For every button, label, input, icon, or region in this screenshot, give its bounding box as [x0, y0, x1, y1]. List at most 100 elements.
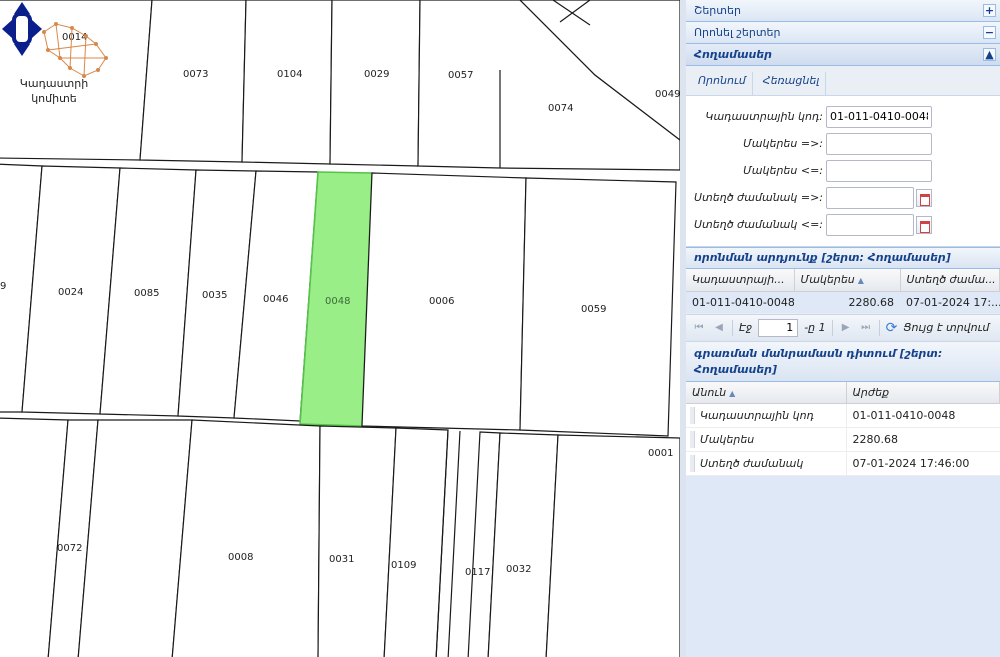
- table-row[interactable]: Ստեղծ ժամանակ 07-01-2024 17:46:00: [686, 451, 1000, 476]
- label-0057: 0057: [448, 70, 473, 81]
- side-panel: Շերտեր + Որոնել շերտեր − Հողամասեր ▲ Որո…: [680, 0, 1000, 657]
- expand-icon[interactable]: +: [983, 4, 996, 17]
- map-view[interactable]: 0014 0073 0104 0029 0057 0074 0049 0024 …: [0, 0, 680, 657]
- area-gte-label: Մակերես =>:: [743, 137, 823, 150]
- table-row[interactable]: Կադաստրային կոդ 01-011-0410-0048: [686, 403, 1000, 428]
- col-header-created-label: Ստեղծ ժամա...: [906, 273, 996, 287]
- page-label: Էջ: [739, 321, 753, 334]
- collapse-icon[interactable]: −: [983, 26, 996, 39]
- label-0048: 0048: [325, 296, 350, 307]
- label-0074: 0074: [548, 103, 573, 114]
- sort-asc-icon: ▲: [857, 276, 864, 286]
- label-9: 9: [0, 281, 6, 292]
- label-0006: 0006: [429, 296, 454, 307]
- col-header-area[interactable]: Մակերես ▲: [794, 269, 901, 292]
- pager-separator: [732, 319, 733, 336]
- label-0085: 0085: [134, 288, 159, 299]
- col-header-area-label: Մակերես: [800, 273, 855, 287]
- accordion-layers[interactable]: Շերտեր +: [686, 0, 1000, 22]
- parcel-0008b[interactable]: [171, 419, 321, 657]
- area-lte-input[interactable]: [826, 159, 932, 182]
- row-area-gte: Մակերես =>:: [686, 130, 1000, 157]
- col-header-code-label: Կադաստրայի...: [692, 273, 785, 287]
- row-created-lte: Ստեղծ ժամանակ <=:: [686, 211, 1000, 238]
- search-tab[interactable]: Որոնում: [692, 72, 753, 95]
- label-0001: 0001: [648, 448, 673, 459]
- area-gte-input[interactable]: [826, 132, 932, 155]
- last-page-icon[interactable]: ⏭: [859, 321, 873, 335]
- pager-separator: [831, 319, 833, 336]
- label-0035: 0035: [202, 290, 227, 301]
- label-0073: 0073: [183, 69, 208, 80]
- calendar-icon[interactable]: [916, 215, 932, 234]
- page-of-label: -ը 1: [804, 321, 826, 334]
- search-toolbar: Որոնում Հեռացնել: [686, 66, 1000, 96]
- search-form: Կադաստրային կոդ: Մակերես =>: Մակերես <=:…: [686, 96, 1000, 247]
- created-lte-label: Ստեղծ ժամանակ <=:: [694, 218, 823, 231]
- prop-name: Կադաստրային կոդ: [686, 403, 847, 428]
- row-area-lte: Մակերես <=:: [686, 157, 1000, 184]
- prop-value: 01-011-0410-0048: [846, 403, 1000, 428]
- cadastral-input[interactable]: [826, 105, 932, 128]
- parcel-0057[interactable]: [329, 0, 421, 167]
- collapse-up-icon[interactable]: ▲: [983, 48, 996, 61]
- col-header-name-label: Անուն: [692, 385, 727, 399]
- label-0049: 0049: [655, 89, 680, 100]
- accordion-plots-label: Հողամասեր: [694, 48, 773, 61]
- label-0024: 0024: [58, 287, 83, 298]
- label-0029: 0029: [364, 69, 389, 80]
- sort-asc-icon: ▲: [729, 388, 736, 398]
- accordion-search-layers[interactable]: Որոնել շերտեր −: [686, 22, 1000, 44]
- prop-value: 2280.68: [846, 427, 1000, 452]
- refresh-icon[interactable]: ⟳: [886, 320, 898, 336]
- table-row[interactable]: Մակերես 2280.68: [686, 427, 1000, 452]
- label-0117: 0117: [465, 567, 490, 578]
- calendar-icon[interactable]: [916, 188, 932, 207]
- parcel-0031[interactable]: [317, 425, 397, 657]
- parcel-0104[interactable]: [139, 0, 247, 163]
- logo-line-2: կոմիտե: [31, 92, 77, 105]
- col-header-code[interactable]: Կադաստրայի...: [686, 269, 795, 292]
- label-0072: 0072: [57, 543, 82, 554]
- accordion-plots[interactable]: Հողամասեր ▲: [686, 44, 1000, 66]
- created-gte-label: Ստեղծ ժամանակ =>:: [694, 191, 823, 204]
- col-header-value-label: Արժեք: [852, 385, 890, 399]
- label-0059: 0059: [581, 304, 606, 315]
- created-gte-input[interactable]: [826, 186, 914, 209]
- parcel-0001[interactable]: [545, 434, 680, 657]
- area-lte-label: Մակերես <=:: [743, 164, 823, 177]
- cell-code: 01-011-0410-0048: [686, 291, 794, 314]
- results-grid: Կադաստրայի... Մակերես ▲ Ստեղծ ժամա... 01-…: [686, 269, 1000, 314]
- col-header-value[interactable]: Արժեք: [846, 381, 1000, 404]
- panel-empty-area: [686, 476, 1000, 616]
- accordion-search-layers-label: Որոնել շերտեր: [694, 26, 781, 39]
- row-created-gte: Ստեղծ ժամանակ =>:: [686, 184, 1000, 211]
- col-header-name[interactable]: Անուն ▲: [686, 381, 847, 404]
- pager: ⏮ ◀ Էջ -ը 1 ▶ ⏭ ⟳ Ցույց է տրվում: [686, 313, 1000, 342]
- details-header: գրառման մանրամասն դիտում [շերտ: Հողամասե…: [686, 341, 1000, 382]
- table-row[interactable]: 01-011-0410-0048 2280.68 07-01-2024 17:.…: [686, 291, 1000, 314]
- pager-status: Ցույց է տրվում: [903, 321, 990, 334]
- logo-line-1: Կադաստրի: [19, 77, 89, 90]
- prop-name: Ստեղծ ժամանակ: [686, 451, 847, 476]
- row-cadastral: Կադաստրային կոդ:: [686, 103, 1000, 130]
- label-0109: 0109: [391, 560, 416, 571]
- prev-page-icon[interactable]: ◀: [712, 321, 726, 335]
- next-page-icon[interactable]: ▶: [839, 321, 853, 335]
- remove-tab[interactable]: Հեռացնել: [757, 72, 827, 95]
- details-grid: Անուն ▲ Արժեք Կադաստրային կոդ 01-011-0410…: [686, 381, 1000, 476]
- created-lte-input[interactable]: [826, 213, 914, 236]
- cadastral-label: Կադաստրային կոդ:: [705, 110, 823, 123]
- page-input[interactable]: [758, 318, 799, 337]
- cell-created: 07-01-2024 17:...: [900, 291, 1000, 314]
- label-0046: 0046: [263, 294, 288, 305]
- pager-separator: [878, 319, 880, 336]
- col-header-created[interactable]: Ստեղծ ժամա...: [900, 269, 1000, 292]
- label-0032: 0032: [506, 564, 531, 575]
- first-page-icon[interactable]: ⏮: [692, 321, 706, 335]
- prop-name: Մակերես: [686, 427, 847, 452]
- pan-control-icon[interactable]: [0, 0, 44, 58]
- accordion-layers-label: Շերտեր: [694, 4, 741, 17]
- parcel-0029[interactable]: [241, 0, 333, 165]
- label-0104: 0104: [277, 69, 302, 80]
